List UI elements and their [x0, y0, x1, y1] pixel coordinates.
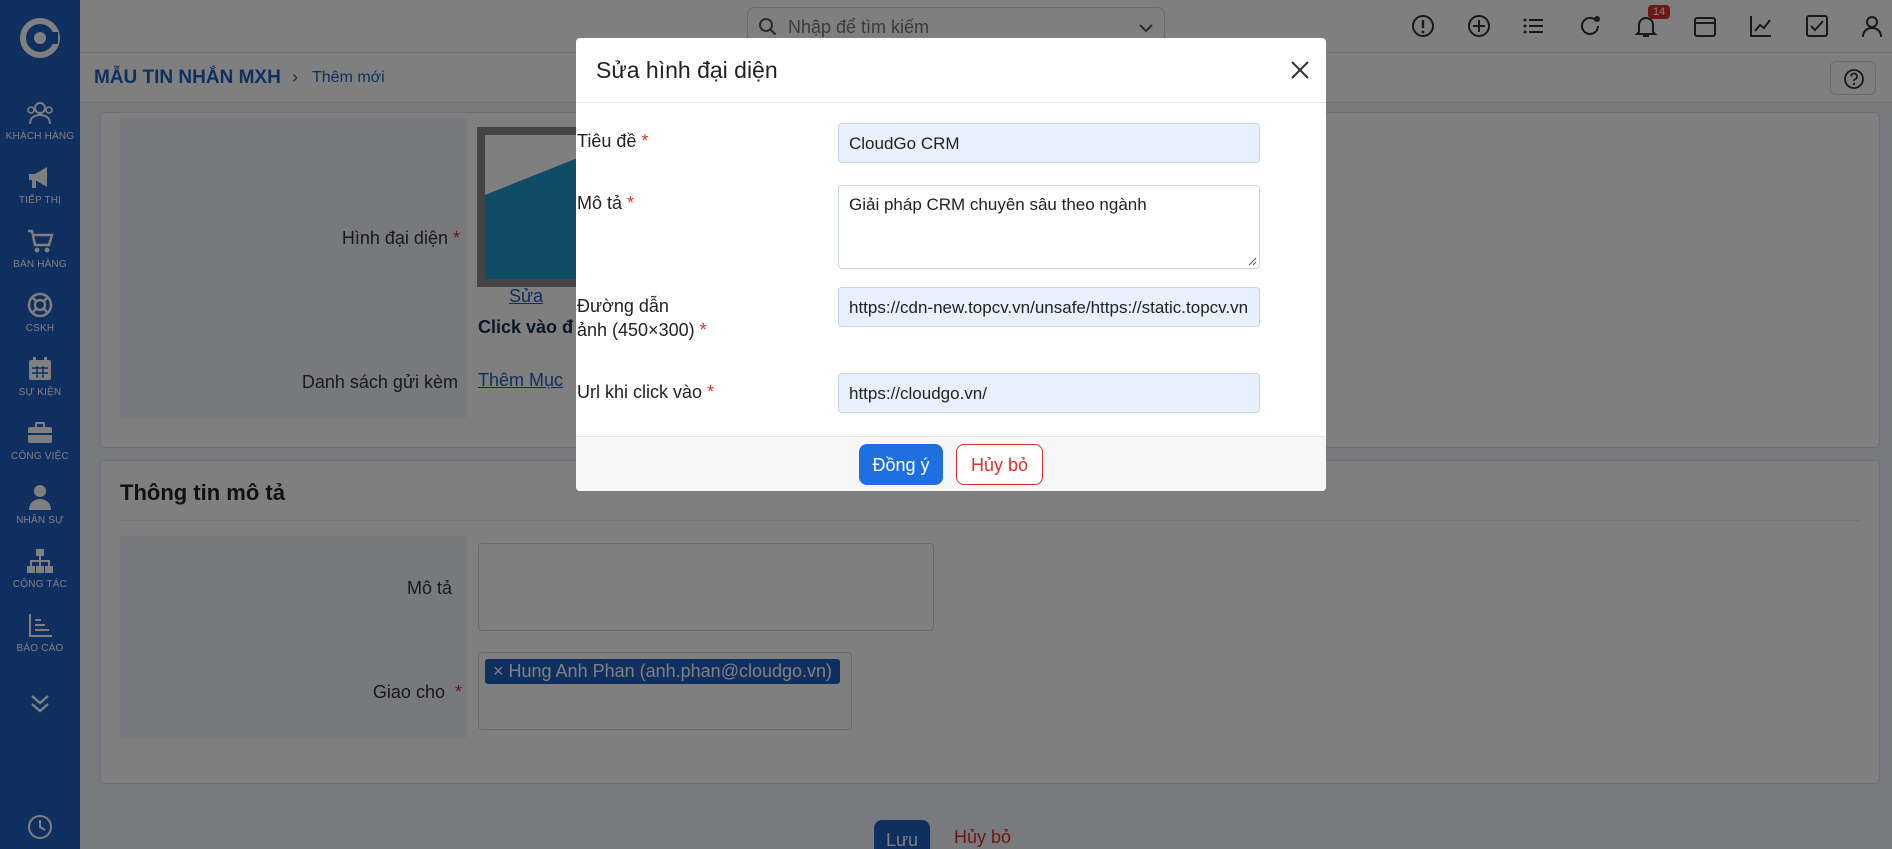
- image-url-label-line2: ảnh (450×300) *: [577, 320, 707, 340]
- modal-cancel-button[interactable]: Hủy bỏ: [956, 444, 1043, 485]
- image-url-input[interactable]: https://cdn-new.topcv.vn/unsafe/https://…: [838, 287, 1260, 327]
- title-input[interactable]: CloudGo CRM: [838, 123, 1260, 163]
- click-url-input[interactable]: https://cloudgo.vn/: [838, 373, 1260, 413]
- confirm-button[interactable]: Đồng ý: [859, 444, 943, 485]
- modal-footer: Đồng ý Hủy bỏ: [576, 436, 1326, 491]
- click-url-label: Url khi click vào *: [577, 382, 715, 402]
- modal-header: Sửa hình đại diện: [576, 38, 1326, 103]
- modal-title: Sửa hình đại diện: [596, 57, 778, 83]
- description-field-label: Mô tả *: [577, 193, 635, 213]
- resize-grip-icon[interactable]: [1247, 256, 1257, 266]
- edit-avatar-modal: Sửa hình đại diện Tiêu đề * CloudGo CRM …: [576, 38, 1326, 491]
- image-url-label-line1: Đường dẫn: [577, 296, 669, 316]
- description-value: Giải pháp CRM chuyên sâu theo ngành: [849, 195, 1147, 214]
- close-icon[interactable]: [1288, 58, 1312, 82]
- description-input[interactable]: Giải pháp CRM chuyên sâu theo ngành: [838, 185, 1260, 269]
- title-field-label: Tiêu đề *: [577, 131, 649, 151]
